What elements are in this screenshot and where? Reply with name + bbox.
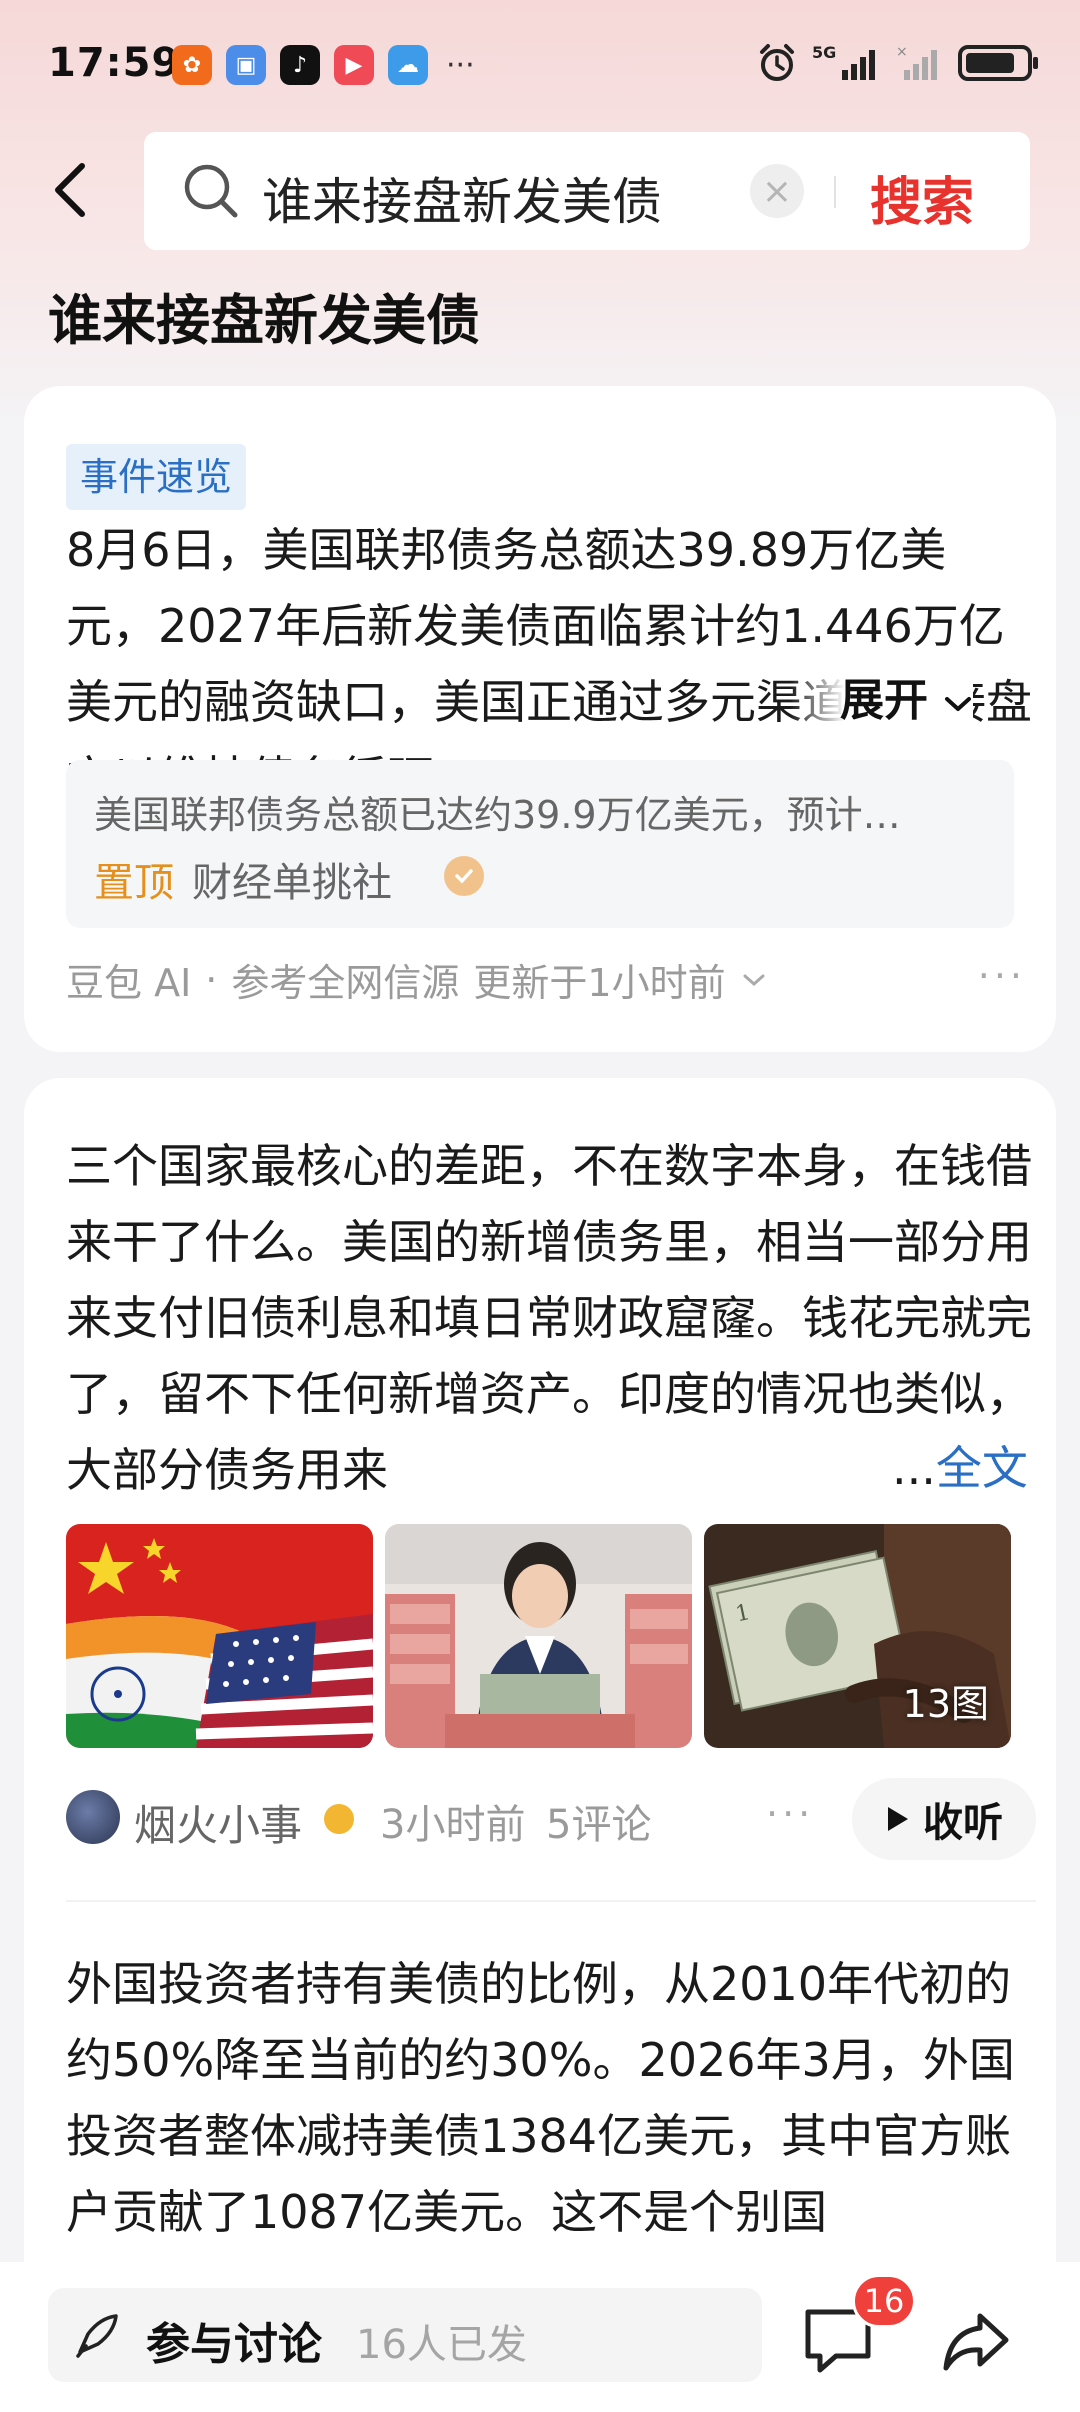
verified-badge-icon xyxy=(324,1804,354,1834)
chevron-down-icon xyxy=(945,697,972,711)
flags-image[interactable] xyxy=(66,1524,373,1748)
reference-box[interactable]: 美国联邦债务总额已达约39.9万亿美元，预计… 置顶 财经单挑社 xyxy=(66,760,1014,928)
author-name[interactable]: 烟火小事 xyxy=(134,1792,302,1853)
article-text-2[interactable]: 外国投资者持有美债的比例，从2010年代初的约50%降至当前的约30%。2026… xyxy=(66,1946,1036,2250)
expand-button[interactable]: 展开 xyxy=(790,664,974,728)
meta-separator: · xyxy=(205,957,218,1002)
search-submit-button[interactable]: 搜索 xyxy=(870,160,974,235)
article-more-button[interactable]: ··· xyxy=(766,1792,814,1836)
avatar[interactable] xyxy=(66,1790,120,1844)
svg-text:×: × xyxy=(896,44,908,60)
fulltext-ellipsis: ... xyxy=(892,1441,936,1495)
dollar-bills-image[interactable]: 1 13图 xyxy=(704,1524,1011,1748)
listen-label: 收听 xyxy=(923,1800,1003,1846)
share-icon[interactable] xyxy=(940,2306,1012,2378)
comment-count[interactable]: 5评论 xyxy=(546,1792,651,1850)
post-time: 3小时前 xyxy=(380,1802,526,1848)
status-more-icon: ··· xyxy=(446,47,475,83)
page-title: 谁来接盘新发美债 xyxy=(48,289,480,352)
discuss-input[interactable]: 参与讨论 16人已发 xyxy=(48,2288,762,2382)
signal-secondary-icon: × xyxy=(896,44,937,80)
weather-icon: ☁ xyxy=(388,45,428,85)
battery-level xyxy=(966,53,1014,73)
fulltext-label: 全文 xyxy=(935,1441,1028,1495)
article-card[interactable]: 三个国家最核心的差距，不在数字本身，在钱借来干了什么。美国的新增债务里，相当一部… xyxy=(24,1078,1056,2412)
fulltext-link[interactable]: ...全文 xyxy=(864,1432,1028,1498)
discuss-label: 参与讨论 xyxy=(146,2319,322,2370)
bottom-bar: 参与讨论 16人已发 16 xyxy=(0,2262,1080,2412)
ai-meta-row: 豆包 AI · 参考全网信源 更新于1小时前 xyxy=(66,952,768,1007)
ai-source: 豆包 AI xyxy=(66,961,192,1005)
article-meta-row: 烟火小事 3小时前 5评论 ··· 收听 xyxy=(66,1778,1036,1860)
reference-source: 财经单挑社 xyxy=(192,860,392,906)
ai-reference-note: 参考全网信源 xyxy=(231,961,460,1005)
back-arrow-icon[interactable] xyxy=(44,160,104,220)
signal-5g-icon: 5G xyxy=(812,43,875,80)
note-icon: ▣ xyxy=(226,45,266,85)
search-divider xyxy=(834,176,836,208)
chevron-down-icon[interactable] xyxy=(740,970,768,990)
search-icon xyxy=(184,164,238,218)
status-bar: 17:59 ✿ ▣ ♪ ▶ ☁ ··· 5G × xyxy=(0,0,1080,130)
article-images[interactable]: 1 13图 xyxy=(66,1524,1011,1748)
ai-updated-time[interactable]: 更新于1小时前 xyxy=(473,952,725,1007)
ai-more-button[interactable]: ··· xyxy=(978,954,1026,998)
comment-count-badge: 16 xyxy=(852,2274,916,2328)
expand-label: 展开 xyxy=(840,675,928,726)
status-right: 5G × xyxy=(756,42,1038,84)
notification-app-icons: ✿ ▣ ♪ ▶ ☁ ··· xyxy=(172,45,475,85)
kuaishou-icon: ✿ xyxy=(172,45,212,85)
ai-summary-body: 事件速览 8月6日，美国联邦债务总额达39.89万亿美元，2027年后新发美债面临… xyxy=(66,436,1036,816)
svg-text:5G: 5G xyxy=(812,43,836,62)
verified-badge-icon xyxy=(444,856,484,896)
pen-icon xyxy=(76,2314,118,2358)
reference-text: 美国联邦债务总额已达约39.9万亿美元，预计… xyxy=(94,793,901,837)
video-icon: ▶ xyxy=(334,45,374,85)
listen-button[interactable]: 收听 xyxy=(852,1778,1036,1860)
ai-summary-card[interactable]: 事件速览 8月6日，美国联邦债务总额达39.89万亿美元，2027年后新发美债面临… xyxy=(24,386,1056,1052)
divider xyxy=(66,1900,1036,1902)
discuss-count: 16人已发 xyxy=(356,2322,527,2368)
bank-teller-image[interactable] xyxy=(385,1524,692,1748)
event-tag: 事件速览 xyxy=(66,444,247,510)
status-time: 17:59 xyxy=(48,40,181,86)
clear-search-button[interactable]: × xyxy=(750,164,804,218)
play-icon xyxy=(888,1807,908,1831)
pinned-tag: 置顶 xyxy=(94,860,174,906)
tiktok-icon: ♪ xyxy=(280,45,320,85)
image-count: 13图 xyxy=(902,1682,989,1726)
battery-icon xyxy=(958,45,1038,81)
search-bar[interactable]: 谁来接盘新发美债 × 搜索 xyxy=(144,132,1030,250)
alarm-icon xyxy=(760,44,794,81)
